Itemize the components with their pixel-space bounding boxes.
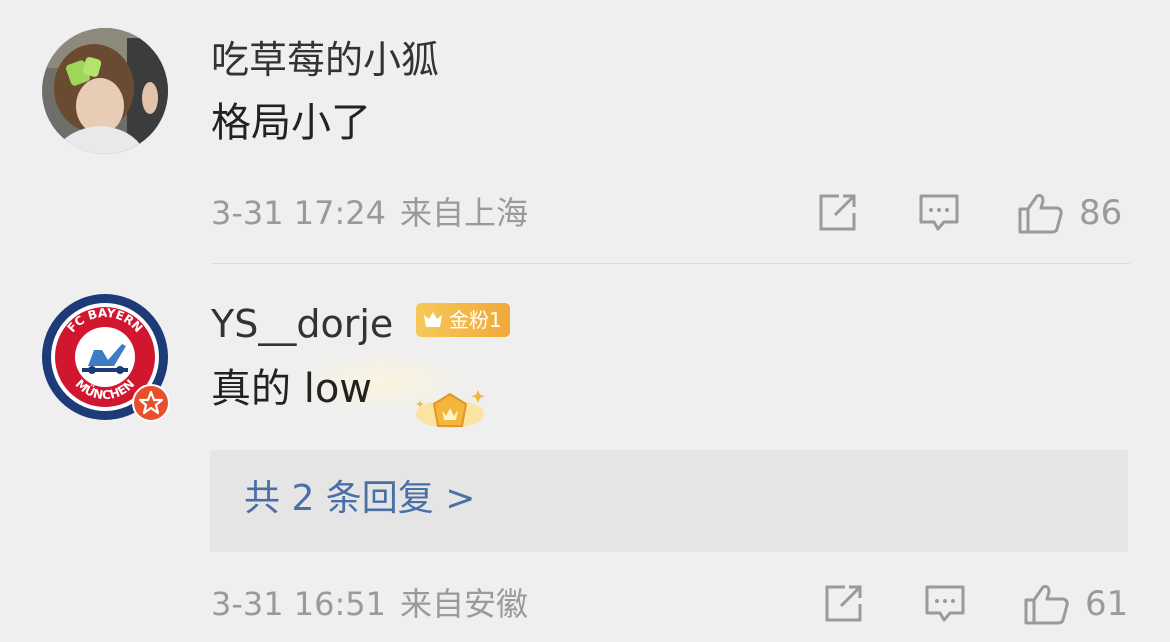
child-photo-avatar: [42, 28, 168, 154]
comment-location: 来自安徽: [400, 585, 529, 623]
verified-badge-icon: [132, 384, 170, 422]
thumbs-up-icon: [1024, 585, 1069, 625]
comment-location: 来自上海: [400, 194, 529, 232]
share-button[interactable]: [817, 193, 859, 233]
reply-button[interactable]: [924, 584, 966, 624]
like-button[interactable]: 61: [1023, 583, 1128, 625]
crown-icon: [424, 312, 442, 327]
user-avatar[interactable]: [42, 28, 168, 154]
like-count: 61: [1085, 584, 1129, 624]
share-icon: [825, 585, 862, 622]
comment-text: 格局小了: [211, 100, 371, 146]
like-count: 86: [1079, 193, 1123, 233]
gold-crown-decoration-icon: [416, 390, 485, 428]
view-replies-link[interactable]: 共 2 条回复 >: [244, 476, 475, 522]
comment-meta: 3-31 16:51 来自安徽: [211, 584, 528, 624]
badge-label: 金粉1: [449, 308, 502, 332]
like-button[interactable]: 86: [1017, 192, 1122, 234]
replies-box[interactable]: 共 2 条回复 >: [210, 450, 1128, 552]
share-icon: [819, 194, 856, 231]
fan-badge[interactable]: 金粉1: [416, 303, 510, 337]
reply-button[interactable]: [918, 193, 960, 233]
comment-icon: [919, 194, 959, 231]
comment-date: 3-31 17:24: [211, 194, 387, 232]
comment-item: 吃草莓的小狐 格局小了 3-31 17:24 来自上海 86: [0, 0, 1170, 264]
comment-date: 3-31 16:51: [211, 585, 387, 623]
comment-item: FC BAYERN MÜNCHEN YS__dorje 金粉1 真的 low 共…: [0, 264, 1170, 642]
user-avatar[interactable]: FC BAYERN MÜNCHEN: [42, 294, 170, 422]
username[interactable]: 吃草莓的小狐: [211, 38, 439, 82]
thumbs-up-icon: [1018, 194, 1063, 234]
comment-icon: [925, 585, 965, 622]
username[interactable]: YS__dorje: [211, 302, 393, 346]
comment-meta: 3-31 17:24 来自上海: [211, 193, 528, 233]
share-button[interactable]: [823, 584, 865, 624]
comment-text: 真的 low: [211, 366, 373, 412]
